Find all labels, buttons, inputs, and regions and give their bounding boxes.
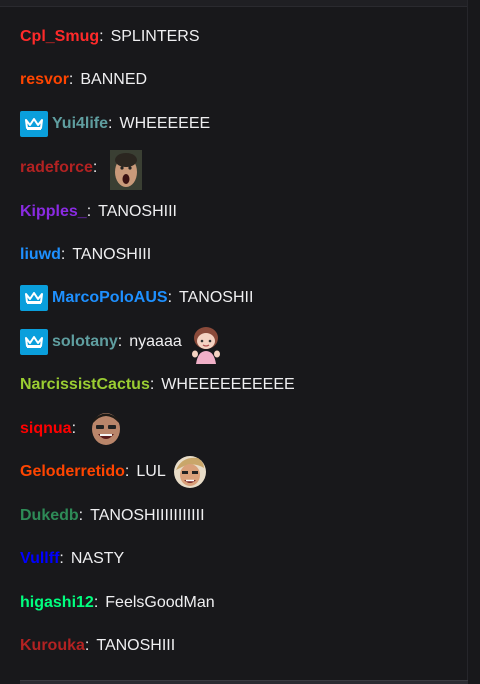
chat-separator: :	[117, 333, 123, 350]
screaming-face-emote[interactable]	[110, 150, 143, 190]
chat-message[interactable]: radeforce :	[20, 150, 143, 190]
chat-separator: :	[167, 289, 173, 306]
chat-message[interactable]: Vullff : NASTY	[20, 544, 124, 574]
chat-message[interactable]: Cpl_Smug : SPLINTERS	[20, 22, 200, 52]
chat-username[interactable]: Dukedb	[20, 506, 79, 526]
chat-username[interactable]: Kipples_	[20, 202, 87, 222]
chat-username[interactable]: resvor	[20, 70, 69, 90]
chat-username[interactable]: Geloderretido	[20, 462, 125, 482]
chat-message-text: TANOSHIII	[72, 246, 152, 263]
chat-username[interactable]: solotany	[52, 332, 118, 352]
chat-message-text: TANOSHIII	[96, 637, 176, 654]
chat-top-border	[0, 0, 480, 7]
chat-message[interactable]: resvor : BANNED	[20, 65, 147, 95]
subscriber-crown-icon[interactable]	[20, 285, 48, 311]
chat-separator: :	[78, 507, 84, 524]
chat-separator: :	[59, 550, 64, 567]
chat-separator: :	[108, 115, 113, 132]
chat-message-text: TANOSHIIIIIIIIIII	[90, 507, 205, 524]
chat-username[interactable]: siqnua	[20, 419, 72, 439]
chat-message[interactable]: Geloderretido : LUL	[20, 454, 206, 490]
chat-separator: :	[60, 246, 66, 263]
chat-message[interactable]: Dukedb : TANOSHIIIIIIIIIII	[20, 501, 205, 531]
chat-panel: Cpl_Smug : SPLINTERS resvor : BANNED Yui…	[0, 0, 480, 684]
chat-message[interactable]: liuwd : TANOSHIII	[20, 240, 151, 270]
laughing-face-emote[interactable]	[89, 411, 121, 447]
chat-separator: :	[99, 28, 104, 45]
subscriber-crown-icon[interactable]	[20, 329, 48, 355]
chat-message-text: FeelsGoodMan	[105, 594, 215, 611]
chat-username[interactable]: Vullff	[20, 549, 59, 569]
chat-message[interactable]: solotany : nyaaaa	[20, 324, 220, 364]
chat-message[interactable]: Kipples_ : TANOSHIII	[20, 197, 177, 227]
chat-username[interactable]: NarcissistCactus	[20, 375, 150, 395]
chat-username[interactable]: Yui4life	[52, 114, 108, 134]
chat-username[interactable]: liuwd	[20, 245, 61, 265]
chat-message-text: TANOSHII	[179, 289, 254, 306]
lul-emote[interactable]	[172, 454, 206, 490]
chat-username[interactable]: Cpl_Smug	[20, 27, 99, 47]
chat-input-edge	[20, 680, 468, 684]
subscriber-crown-icon[interactable]	[20, 111, 48, 137]
chat-message[interactable]: Kurouka : TANOSHIII	[20, 631, 175, 661]
chat-username[interactable]: radeforce	[20, 158, 93, 178]
chat-separator: :	[84, 637, 90, 654]
chat-username[interactable]: MarcoPoloAUS	[52, 288, 168, 308]
chat-separator: :	[93, 594, 99, 611]
chat-separator: :	[71, 420, 77, 437]
chat-message-text: LUL	[136, 463, 166, 480]
chat-message-text: NASTY	[70, 550, 125, 567]
chat-message-text: TANOSHIII	[98, 203, 177, 220]
chat-message[interactable]: MarcoPoloAUS : TANOSHII	[20, 283, 253, 313]
chat-separator: :	[92, 159, 98, 176]
chat-message-text: nyaaaa	[129, 333, 182, 350]
chat-username[interactable]: Kurouka	[20, 636, 85, 656]
chat-message[interactable]: NarcissistCactus : WHEEEEEEEEEE	[20, 370, 295, 400]
chat-message[interactable]: Yui4life : WHEEEEEE	[20, 109, 210, 139]
chat-username[interactable]: higashi12	[20, 593, 94, 613]
chat-message-text: SPLINTERS	[110, 28, 200, 45]
anime-girl-emote[interactable]	[188, 324, 220, 364]
chat-message-text: BANNED	[80, 71, 148, 88]
chat-separator: :	[124, 463, 130, 480]
chat-message-text: WHEEEEEE	[119, 115, 211, 132]
chat-separator: :	[149, 376, 155, 393]
chat-message[interactable]: siqnua :	[20, 411, 121, 447]
chat-scrollbar-track[interactable]	[467, 0, 480, 684]
chat-message-text: WHEEEEEEEEEE	[161, 376, 295, 393]
chat-separator: :	[68, 71, 74, 88]
chat-separator: :	[86, 203, 92, 220]
chat-message[interactable]: higashi12 : FeelsGoodMan	[20, 588, 215, 618]
